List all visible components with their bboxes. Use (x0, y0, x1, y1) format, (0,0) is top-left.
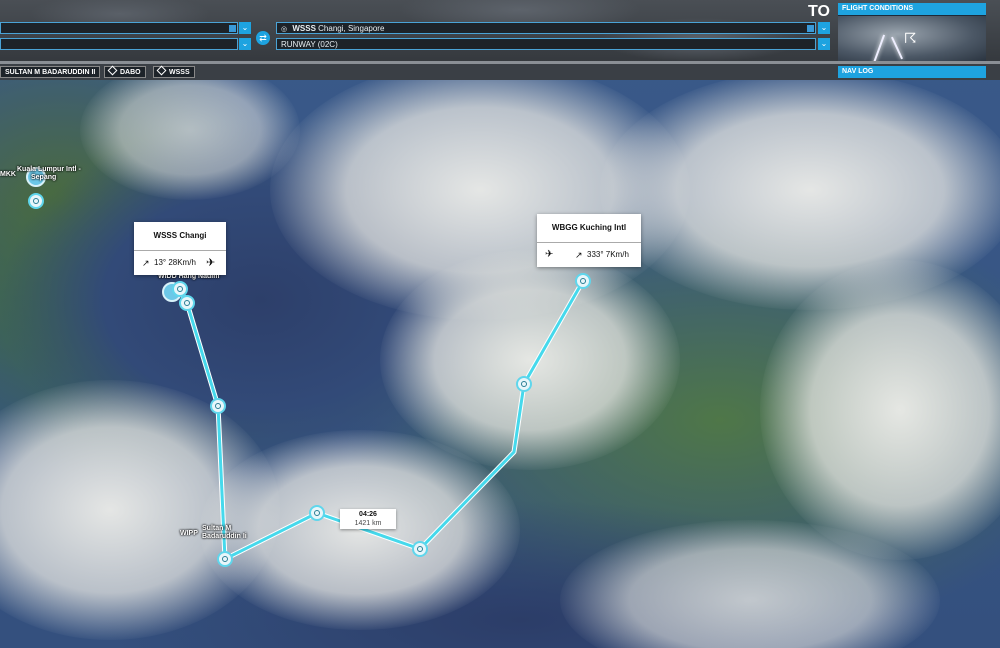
wmkk-name-label-2: Sepang (31, 174, 57, 181)
takeoff-icon: ✈ (545, 249, 554, 260)
waypoint-diamond-icon (156, 65, 167, 76)
flight-map[interactable]: MKK Kuala Lumpur Intl - Sepang WIDD Hang… (0, 0, 1000, 648)
waypoint-marker[interactable] (179, 295, 195, 311)
waypoint-label: SULTAN M BADARUDDIN II (5, 69, 96, 76)
wipp-name-label: Sultan M (202, 525, 232, 532)
departure-info-card[interactable]: WSSS Changi ↗ 13° 28Km/h ✈ (134, 222, 226, 275)
wipp-icao-label: WIPP (180, 530, 198, 537)
weather-thumbnail: ☈ (838, 16, 986, 64)
waypoint-button-wsss[interactable]: WSSS (153, 65, 195, 78)
arrival-airport-select[interactable]: ◎ WSSS Changi, Singapore (276, 22, 816, 34)
waypoint-dabo-marker[interactable] (210, 398, 226, 414)
chevron-down-icon[interactable]: ⌄ (818, 38, 830, 50)
arrival-card-title: WBGG Kuching Intl (537, 214, 641, 243)
departure-airport-select[interactable] (0, 22, 238, 34)
departure-wind: 13° 28Km/h (154, 258, 196, 267)
leg-distance: 1421 km (354, 520, 382, 527)
arrival-runway-select[interactable]: RUNWAY (02C) (276, 38, 816, 50)
thunderstorm-icon: ☈ (904, 30, 917, 46)
waypoint-marker[interactable] (309, 505, 325, 521)
chevron-down-icon[interactable]: ⌄ (239, 22, 251, 34)
waypoint-marker[interactable] (28, 193, 44, 209)
nav-log-button[interactable]: NAV LOG (838, 66, 986, 78)
leg-info-box: 04:26 1421 km (340, 509, 396, 529)
chevron-down-icon[interactable]: ⌄ (818, 22, 830, 34)
arrival-airport-name: Changi, Singapore (318, 24, 385, 33)
clear-icon[interactable] (807, 25, 814, 32)
flight-conditions-title: FLIGHT CONDITIONS (838, 3, 986, 15)
swap-arrows-icon[interactable]: ⇄ (256, 31, 270, 45)
wmkk-name-label: Kuala Lumpur Intl - (17, 166, 81, 173)
landing-icon: ✈ (206, 257, 216, 269)
waypoint-bar: SULTAN M BADARUDDIN II DABO WSSS NAV LOG (0, 64, 1000, 80)
waypoint-marker[interactable] (412, 541, 428, 557)
waypoint-wipp-marker[interactable] (217, 551, 233, 567)
to-label: TO (808, 3, 830, 20)
wmkk-icao-label: MKK (0, 171, 16, 178)
waypoint-label: WSSS (169, 69, 190, 76)
chevron-down-icon[interactable]: ⌄ (239, 38, 251, 50)
departure-runway-select[interactable] (0, 38, 238, 50)
lightning-icon (872, 34, 886, 64)
waypoint-button-dabo[interactable]: DABO (104, 65, 146, 78)
waypoint-button-sultan-m-badaruddin[interactable]: SULTAN M BADARUDDIN II (0, 66, 101, 78)
leg-time: 04:26 (359, 511, 377, 518)
airport-wbgg-marker[interactable] (575, 273, 591, 289)
flight-plan-header: ⌄ ⌄ ⇄ ◎ WSSS Changi, Singapore ⌄ RUNWAY … (0, 0, 1000, 64)
arrival-wind: 333° 7Km/h (587, 250, 629, 259)
lightning-icon (891, 36, 903, 60)
wind-sock-icon: ↗ (142, 258, 150, 268)
clear-icon[interactable] (229, 25, 236, 32)
waypoint-diamond-icon (107, 65, 118, 76)
waypoint-label: DABO (120, 69, 141, 76)
wind-sock-icon: ↗ (575, 250, 583, 260)
departure-card-title: WSSS Changi (134, 222, 226, 251)
location-icon: ◎ (281, 26, 288, 33)
flight-conditions-panel[interactable]: FLIGHT CONDITIONS ☈ (838, 3, 986, 64)
arrival-airport-icao: WSSS (292, 24, 316, 33)
waypoint-marker[interactable] (516, 376, 532, 392)
arrival-info-card[interactable]: WBGG Kuching Intl ✈ ↗ 333° 7Km/h (537, 214, 641, 267)
route-lines (177, 278, 586, 562)
arrival-runway-value: RUNWAY (02C) (281, 40, 338, 49)
wipp-name-label-2: Badaruddin Ii (202, 533, 247, 540)
